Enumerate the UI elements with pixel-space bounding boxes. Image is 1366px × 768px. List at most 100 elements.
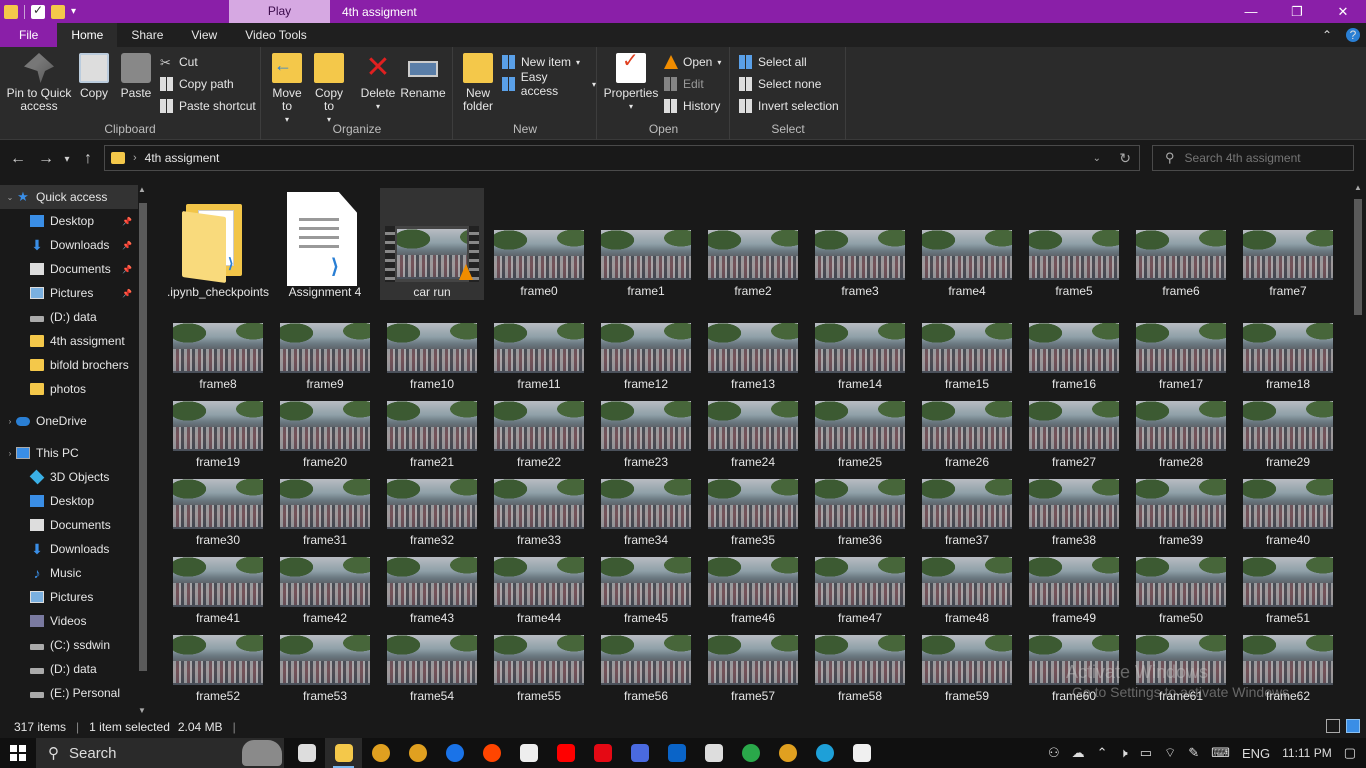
tab-file[interactable]: File	[0, 23, 58, 47]
file-tile[interactable]: frame27	[1022, 399, 1126, 471]
sidebar-item[interactable]: ⬇ Downloads 📌	[0, 233, 138, 257]
help-icon[interactable]: ?	[1346, 28, 1360, 42]
file-tile[interactable]: frame45	[594, 555, 698, 627]
large-icons-view-icon[interactable]	[1346, 719, 1360, 733]
volume-muted-icon[interactable]: 🕨	[1120, 745, 1128, 761]
file-tile[interactable]: frame6	[1129, 228, 1233, 300]
file-tile[interactable]: frame30	[166, 477, 270, 549]
breadcrumb-chevron-icon[interactable]: ›	[133, 152, 137, 164]
file-tile[interactable]: frame16	[1022, 321, 1126, 393]
address-bar[interactable]: › 4th assigment ⌄ ↻	[104, 145, 1140, 171]
clock[interactable]: 11:11 PM	[1282, 746, 1332, 760]
recent-locations-chevron-icon[interactable]: ▾	[60, 154, 74, 165]
taskbar-app-button[interactable]	[362, 738, 399, 768]
notifications-icon[interactable]: ▢	[1344, 745, 1356, 761]
file-tile[interactable]: frame39	[1129, 477, 1233, 549]
file-tile[interactable]: frame9	[273, 321, 377, 393]
pen-icon[interactable]: ✎	[1188, 745, 1199, 761]
language-indicator[interactable]: ENG	[1242, 746, 1270, 761]
sidebar-item[interactable]: 4th assigment	[0, 329, 138, 353]
tab-share[interactable]: Share	[117, 23, 177, 47]
copy-path-button[interactable]: Copy path	[160, 75, 234, 93]
invert-selection-button[interactable]: Invert selection	[739, 97, 839, 115]
delete-button[interactable]: ✕ Delete ▾	[360, 53, 396, 113]
sidebar-scrollbar[interactable]: ▲ ▼	[136, 185, 150, 715]
scrollbar-thumb[interactable]	[1354, 199, 1362, 315]
file-tile[interactable]: frame49	[1022, 555, 1126, 627]
minimize-button[interactable]: —	[1228, 0, 1274, 23]
move-to-button[interactable]: Move to ▾	[270, 53, 304, 126]
collapse-ribbon-icon[interactable]: ⌃	[1322, 28, 1332, 42]
sidebar-item[interactable]: Desktop 📌	[0, 209, 138, 233]
back-arrow-icon[interactable]: ←	[4, 150, 32, 168]
sidebar-item[interactable]: Videos	[0, 609, 138, 633]
file-tile[interactable]: frame58	[808, 633, 912, 705]
paste-shortcut-button[interactable]: Paste shortcut	[160, 97, 256, 115]
forward-arrow-icon[interactable]: →	[32, 150, 60, 168]
file-tile[interactable]: frame10	[380, 321, 484, 393]
file-tile[interactable]: frame59	[915, 633, 1019, 705]
sidebar-item[interactable]: Documents 📌	[0, 257, 138, 281]
copy-to-button[interactable]: Copy to ▾	[312, 53, 346, 126]
sidebar-item[interactable]: Desktop	[0, 489, 138, 513]
scroll-up-icon[interactable]: ▲	[138, 185, 146, 194]
pin-to-quick-access-button[interactable]: Pin to Quick access	[6, 53, 72, 113]
wifi-icon[interactable]: ⌔	[1164, 745, 1176, 761]
expand-chevron-icon[interactable]: ›	[4, 449, 16, 458]
file-tile[interactable]: frame55	[487, 633, 591, 705]
file-tile[interactable]: frame43	[380, 555, 484, 627]
new-item-button[interactable]: New item ▾	[502, 53, 580, 71]
taskbar-app-button[interactable]	[473, 738, 510, 768]
start-button[interactable]	[0, 738, 36, 768]
file-tile[interactable]: frame18	[1236, 321, 1340, 393]
taskbar-app-button[interactable]	[658, 738, 695, 768]
file-tile[interactable]: frame11	[487, 321, 591, 393]
sidebar-item[interactable]: › OneDrive	[0, 409, 138, 433]
file-tile[interactable]: frame48	[915, 555, 1019, 627]
sidebar-item[interactable]: Pictures	[0, 585, 138, 609]
file-tile[interactable]: frame46	[701, 555, 805, 627]
sidebar-item[interactable]: Pictures 📌	[0, 281, 138, 305]
file-tile[interactable]: car run	[380, 188, 484, 300]
keyboard-icon[interactable]: ⌨	[1211, 745, 1230, 761]
file-tile[interactable]: frame57	[701, 633, 805, 705]
scroll-up-icon[interactable]: ▲	[1354, 183, 1362, 192]
file-tile[interactable]: frame42	[273, 555, 377, 627]
file-tile[interactable]: frame35	[701, 477, 805, 549]
select-none-button[interactable]: Select none	[739, 75, 821, 93]
file-tile[interactable]: frame38	[1022, 477, 1126, 549]
file-tile[interactable]: frame7	[1236, 228, 1340, 300]
taskbar-app-button[interactable]	[769, 738, 806, 768]
file-tile[interactable]: frame28	[1129, 399, 1233, 471]
file-tile[interactable]: frame15	[915, 321, 1019, 393]
file-tile[interactable]: frame5	[1022, 228, 1126, 300]
file-tile[interactable]: frame25	[808, 399, 912, 471]
people-icon[interactable]: ⚇	[1048, 745, 1060, 761]
file-tile[interactable]: frame3	[808, 228, 912, 300]
file-tile[interactable]: frame22	[487, 399, 591, 471]
file-tile[interactable]: frame24	[701, 399, 805, 471]
file-tile[interactable]: frame53	[273, 633, 377, 705]
select-all-button[interactable]: Select all	[739, 53, 807, 71]
file-tile[interactable]: frame4	[915, 228, 1019, 300]
content-scrollbar[interactable]: ▲	[1350, 177, 1366, 715]
maximize-button[interactable]: ❐	[1274, 0, 1320, 23]
customize-toolbar-icon[interactable]: ▾	[71, 6, 76, 17]
file-tile[interactable]: frame60	[1022, 633, 1126, 705]
easy-access-button[interactable]: Easy access ▾	[502, 70, 596, 98]
address-dropdown-icon[interactable]: ⌄	[1093, 153, 1101, 164]
file-tile[interactable]: frame21	[380, 399, 484, 471]
refresh-icon[interactable]: ↻	[1119, 150, 1131, 167]
details-view-icon[interactable]	[1326, 719, 1340, 733]
sidebar-item[interactable]: (D:) data	[0, 657, 138, 681]
taskbar-app-button[interactable]	[547, 738, 584, 768]
taskbar-app-button[interactable]	[806, 738, 843, 768]
file-tile[interactable]: frame31	[273, 477, 377, 549]
properties-button[interactable]: Properties ▾	[604, 53, 658, 113]
expand-chevron-icon[interactable]: ⌄	[4, 193, 16, 202]
tab-home[interactable]: Home	[57, 23, 118, 47]
scroll-down-icon[interactable]: ▼	[138, 706, 146, 715]
file-tile[interactable]: frame17	[1129, 321, 1233, 393]
sidebar-item[interactable]: › This PC	[0, 441, 138, 465]
taskbar-app-button[interactable]	[325, 738, 362, 768]
